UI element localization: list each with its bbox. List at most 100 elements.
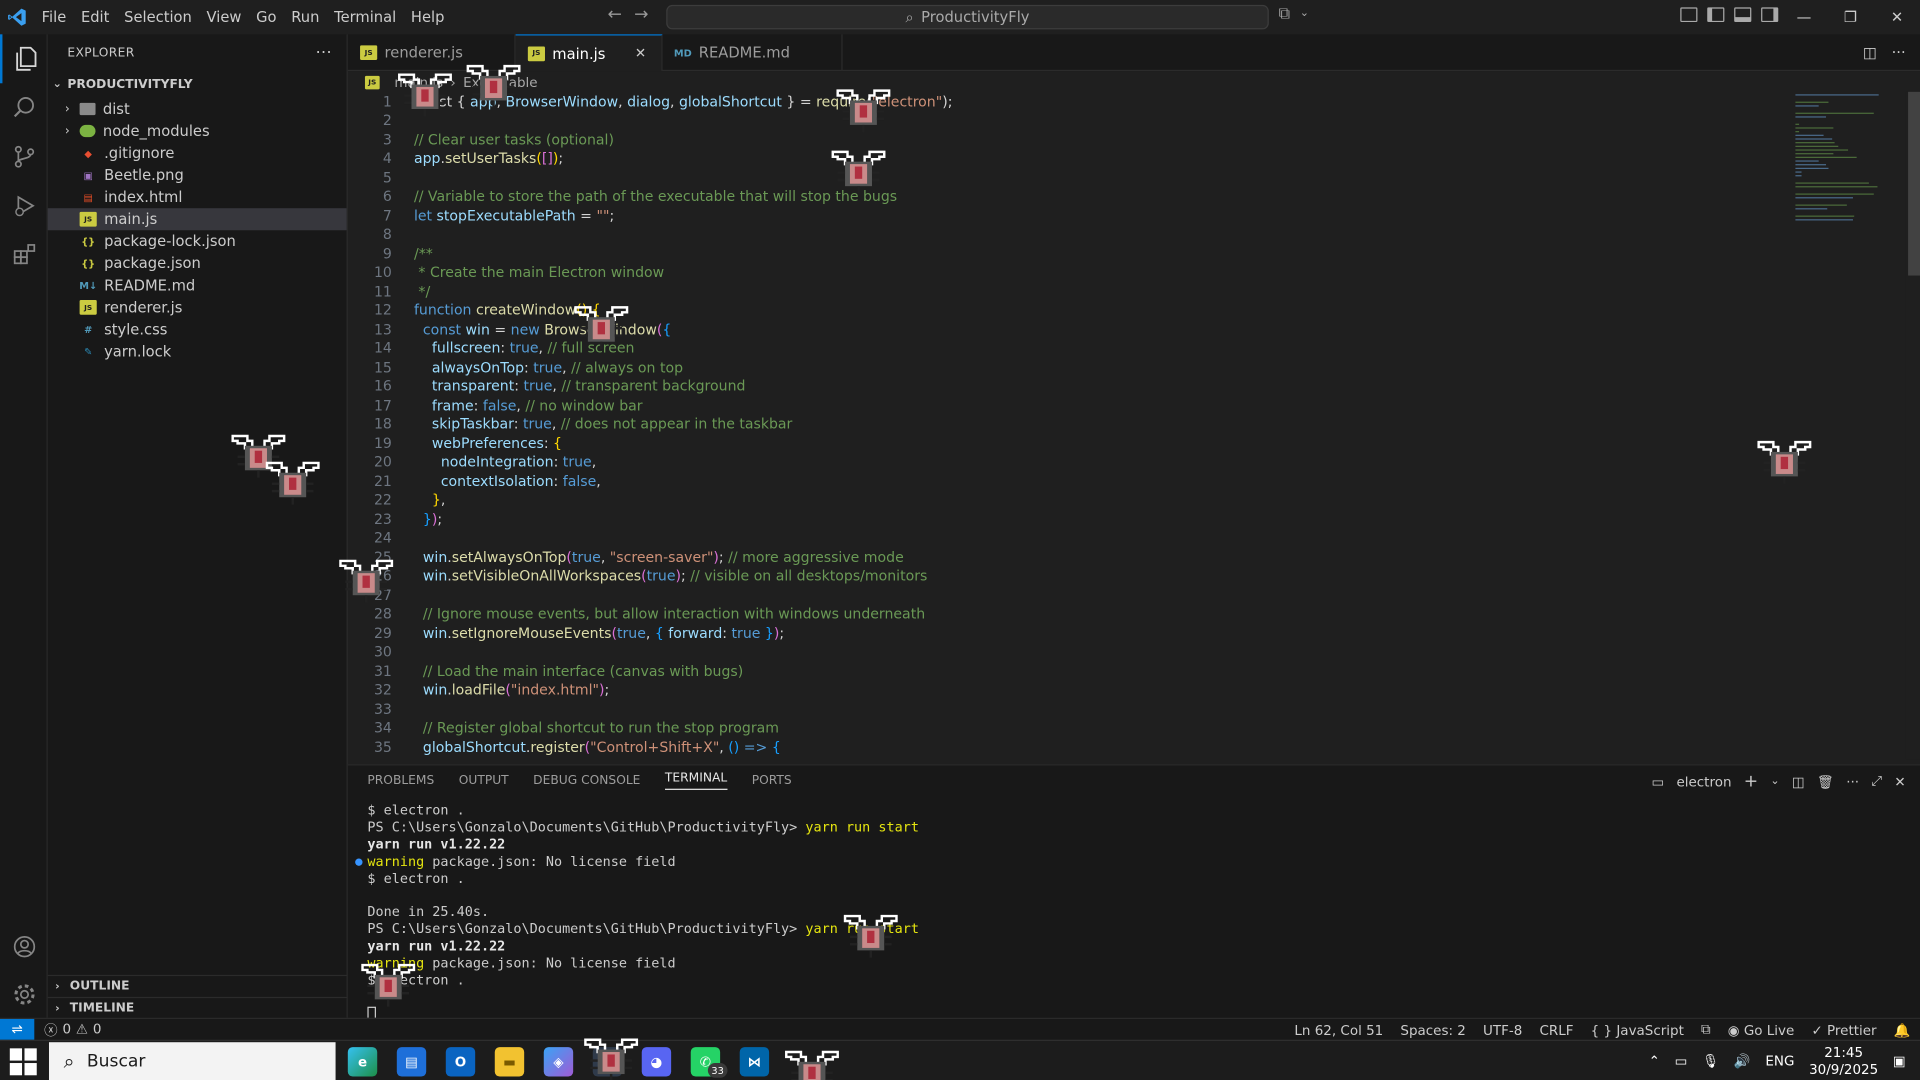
notifications-icon[interactable]: ▣ [1893, 1053, 1906, 1069]
panel-tab-output[interactable]: OUTPUT [459, 773, 509, 786]
minimap[interactable] [1793, 92, 1906, 288]
project-folder-header[interactable]: ⌄ PRODUCTIVITYFLY [48, 71, 347, 98]
clock[interactable]: 21:45 30/9/2025 [1809, 1044, 1878, 1078]
extensions-icon[interactable] [0, 230, 48, 279]
code-token: globalShortcut [678, 92, 782, 110]
cursor-position[interactable]: Ln 62, Col 51 [1294, 1022, 1383, 1038]
split-editor-icon[interactable]: ◫ [1863, 44, 1877, 61]
panel-tab-debug-console[interactable]: DEBUG CONSOLE [533, 773, 640, 786]
code-token: */ [413, 282, 431, 300]
source-control-icon[interactable] [0, 132, 48, 181]
windows-start-icon[interactable] [9, 1048, 37, 1076]
forward-arrow-icon[interactable]: → [634, 5, 648, 25]
panel-tab-ports[interactable]: PORTS [752, 773, 792, 786]
run-debug-icon[interactable] [0, 181, 48, 230]
copilot-status-icon[interactable]: ⧉ [1701, 1021, 1711, 1038]
tab-readme-md[interactable]: MD README.md [662, 34, 843, 72]
prettier[interactable]: ✓ Prettier [1811, 1022, 1876, 1038]
tree-item-package-lock-json[interactable]: {} package-lock.json [48, 230, 347, 252]
new-terminal-icon[interactable]: + [1744, 772, 1758, 792]
minimize-icon[interactable]: — [1781, 0, 1828, 34]
tree-item-package-json[interactable]: {} package.json [48, 252, 347, 274]
tree-item-node-modules[interactable]: › node_modules [48, 120, 347, 142]
close-tab-icon[interactable]: ✕ [635, 45, 646, 61]
scrollbar-thumb[interactable] [1908, 91, 1920, 276]
tree-item-dist[interactable]: › dist [48, 98, 347, 120]
more-actions-icon[interactable]: ··· [1846, 773, 1859, 789]
line-ending[interactable]: CRLF [1539, 1022, 1573, 1038]
bell-icon[interactable]: 🔔 [1894, 1022, 1911, 1038]
tab-label: main.js [552, 44, 606, 62]
copilot-app-icon[interactable]: ◈ [543, 1047, 574, 1077]
vscode-taskbar-icon[interactable]: ⋈ [739, 1047, 770, 1077]
tree-item-readme-md[interactable]: M↓ README.md [48, 274, 347, 296]
terminal-name[interactable]: electron [1676, 773, 1731, 789]
chevron-up-icon[interactable]: ⌃ [1649, 1053, 1660, 1069]
trash-icon[interactable]: 🗑 [1817, 773, 1834, 789]
line-number: 13 [373, 320, 392, 338]
command-center-search[interactable]: ⌕ ProductivityFly [666, 4, 1269, 30]
tree-item-index-html[interactable]: ▤ index.html [48, 186, 347, 208]
toggle-secondary-sidebar-icon[interactable] [1761, 7, 1779, 23]
edge-icon[interactable]: e [347, 1047, 378, 1077]
language-mode[interactable]: { } JavaScript [1591, 1022, 1684, 1038]
tree-item--gitignore[interactable]: ◆ .gitignore [48, 142, 347, 164]
explorer-icon[interactable] [0, 34, 48, 84]
tree-item-style-css[interactable]: # style.css [48, 318, 347, 340]
command-decoration-icon[interactable] [355, 858, 363, 866]
menu-help[interactable]: Help [404, 0, 452, 34]
gear-icon[interactable] [0, 970, 48, 1019]
menu-file[interactable]: File [34, 0, 73, 34]
maximize-panel-icon[interactable]: ⤢ [1871, 773, 1882, 790]
menu-go[interactable]: Go [249, 0, 284, 34]
toggle-primary-sidebar-icon[interactable] [1707, 7, 1725, 23]
code-editor[interactable]: 1 const { app, BrowserWindow, dialog, glo… [348, 92, 1793, 759]
line-source: transparent: true, // transparent backgr… [392, 378, 746, 395]
editor-scrollbar[interactable] [1905, 91, 1920, 760]
tree-item-main-js[interactable]: JS main.js [47, 208, 347, 231]
timeline-section[interactable]: › TIMELINE [47, 996, 348, 1019]
tree-item-beetle-png[interactable]: ▣ Beetle.png [48, 164, 347, 186]
more-actions-icon[interactable]: ··· [316, 43, 332, 61]
outline-section[interactable]: › OUTLINE [47, 974, 348, 997]
accounts-icon[interactable] [0, 922, 48, 971]
more-actions-icon[interactable]: ··· [1892, 44, 1906, 61]
back-arrow-icon[interactable]: ← [607, 5, 621, 25]
go-live[interactable]: ◉ Go Live [1728, 1022, 1795, 1038]
code-token: { [553, 434, 563, 452]
code-line: 27 [348, 585, 1793, 604]
menu-edit[interactable]: Edit [74, 0, 117, 34]
microphone-icon[interactable]: 🎙 [1702, 1053, 1719, 1069]
file-explorer-icon[interactable]: ▬ [494, 1047, 525, 1077]
menu-view[interactable]: View [199, 0, 249, 34]
language-indicator[interactable]: ENG [1765, 1053, 1794, 1069]
split-terminal-icon[interactable]: ◫ [1792, 773, 1805, 789]
indentation[interactable]: Spaces: 2 [1400, 1022, 1465, 1038]
encoding[interactable]: UTF-8 [1483, 1022, 1522, 1038]
store-icon[interactable]: ▤ [396, 1047, 427, 1077]
menu-selection[interactable]: Selection [117, 0, 199, 34]
network-icon[interactable]: ▭ [1675, 1053, 1688, 1069]
search-icon[interactable] [0, 83, 48, 132]
close-window-icon[interactable]: ✕ [1874, 0, 1920, 34]
customize-layout-icon[interactable] [1680, 7, 1698, 23]
volume-icon[interactable]: 🔊 [1734, 1053, 1751, 1069]
problems-indicator[interactable]: ⓧ 0 ⚠ 0 [34, 1020, 101, 1040]
panel-tab-terminal[interactable]: TERMINAL [664, 771, 728, 790]
tab-main-js[interactable]: JS main.js ✕ [515, 34, 663, 72]
status-bar: ⇌ ⓧ 0 ⚠ 0 Ln 62, Col 51 Spaces: 2 UTF-8 … [0, 1017, 1920, 1041]
tree-item-yarn-lock[interactable]: ✎ yarn.lock [48, 340, 347, 362]
menu-terminal[interactable]: Terminal [327, 0, 404, 34]
panel-tab-problems[interactable]: PROBLEMS [367, 773, 434, 786]
taskbar-search[interactable]: ⌕ Buscar [48, 1042, 336, 1080]
menu-run[interactable]: Run [284, 0, 327, 34]
outlook-icon[interactable]: O [445, 1047, 476, 1077]
remote-indicator-icon[interactable]: ⇌ [0, 1018, 35, 1041]
copilot-menu[interactable]: ⧉ ⌄ [1279, 5, 1309, 23]
restore-icon[interactable]: ❐ [1827, 0, 1874, 34]
toggle-panel-icon[interactable] [1734, 7, 1752, 23]
tree-item-renderer-js[interactable]: JS renderer.js [48, 296, 347, 318]
close-icon[interactable]: ✕ [1894, 773, 1905, 789]
chevron-down-icon[interactable]: ⌄ [1770, 775, 1779, 787]
